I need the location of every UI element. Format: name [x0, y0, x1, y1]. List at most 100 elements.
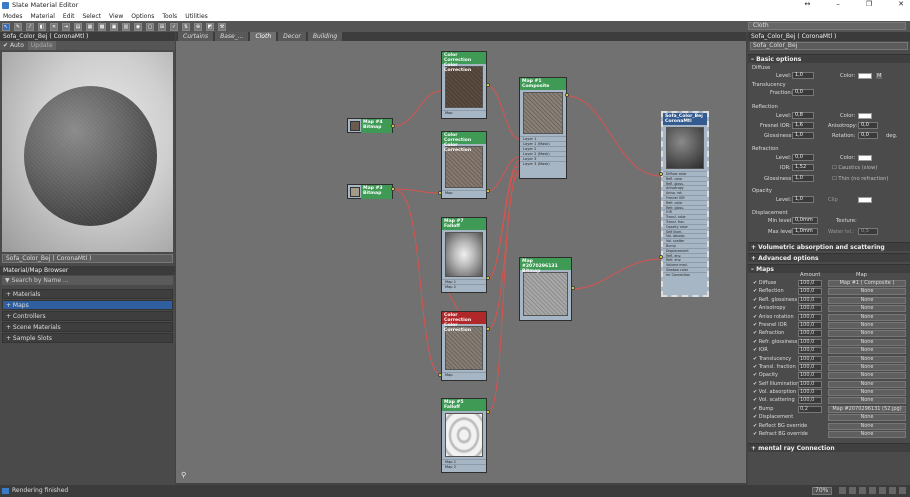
ccred-input-socket[interactable]	[438, 373, 442, 377]
tab-building[interactable]: Building	[307, 32, 343, 41]
map-row-label[interactable]: ✔ IOR	[753, 346, 768, 354]
node-falloff-5[interactable]: Map #5 Falloff Map 1 Map 2	[441, 398, 487, 473]
rollout-advanced[interactable]: + Advanced options	[748, 253, 910, 262]
rollout-maps[interactable]: – Maps	[748, 264, 910, 273]
tab-base[interactable]: Base_...	[215, 32, 249, 41]
map-amount-spinner[interactable]: 100,0	[798, 347, 822, 355]
material-name-input[interactable]: Sofa_Color_Bej	[750, 42, 908, 50]
material-name-field[interactable]: Sofa_Color_Bej ( CoronaMtl )	[2, 254, 173, 263]
ccred-slot-map[interactable]: Map	[442, 372, 486, 377]
menu-options[interactable]: Options	[131, 13, 154, 20]
browser-item-scene-materials[interactable]: + Scene Materials	[2, 322, 173, 332]
map-slot-button[interactable]: None	[828, 431, 906, 439]
map-row-label[interactable]: ✔ Displacement	[753, 413, 793, 421]
assign-icon[interactable]: ◧	[38, 22, 46, 31]
map3-output-socket[interactable]	[391, 187, 395, 191]
node-color-correction-red[interactable]: Color Correction Color Correction Map	[441, 311, 487, 381]
layout-children-icon[interactable]: ▥	[122, 22, 130, 31]
map-slot-button[interactable]: None	[828, 372, 906, 380]
map-row-label[interactable]: ✔ Bump	[753, 405, 773, 413]
browser-item-maps[interactable]: + Maps	[2, 300, 173, 310]
zoom-selected-icon[interactable]	[879, 487, 886, 494]
node-material[interactable]: Sofa_Color_Bej CoronaMtl Diffuse color Ref…	[661, 111, 709, 297]
pick-material-icon[interactable]: ✎	[14, 22, 22, 31]
bitmap-big-output-socket[interactable]	[571, 286, 575, 290]
navigator-icon[interactable]: ▢	[146, 22, 154, 31]
node-map4[interactable]: Map #4 Bitmap	[347, 118, 393, 133]
swap-icon[interactable]: ↔	[804, 0, 810, 8]
map-amount-spinner[interactable]: 100,0	[798, 338, 822, 346]
cc2-input-socket[interactable]	[438, 191, 442, 195]
tools-icon[interactable]: ⚒	[218, 22, 226, 31]
map-amount-spinner[interactable]: 100,0	[798, 355, 822, 363]
eyedropper-icon[interactable]: ⁄	[26, 22, 34, 31]
map-row-label[interactable]: ✔ Vol. scattering	[753, 396, 795, 404]
node-map3[interactable]: Map #3 Bitmap	[347, 184, 393, 199]
map-slot-button[interactable]: None	[828, 296, 906, 304]
parameter-editor-icon[interactable]: ⊞	[158, 22, 166, 31]
ior-spinner[interactable]: 1,52	[792, 164, 814, 171]
rollout-volumetric[interactable]: + Volumetric absorption and scattering	[748, 242, 910, 251]
disp-min-spinner[interactable]: 0,0mm	[792, 217, 818, 224]
map-row-label[interactable]: ✔ Refl. glossiness	[753, 296, 797, 304]
cc2-output-socket[interactable]	[486, 189, 490, 193]
tab-curtains[interactable]: Curtains	[178, 32, 214, 41]
cc1-output-socket[interactable]	[486, 83, 490, 87]
browser-item-controllers[interactable]: + Controllers	[2, 311, 173, 321]
pan-icon[interactable]	[839, 487, 846, 494]
reflection-level-spinner[interactable]: 0,8	[792, 112, 814, 119]
map-amount-spinner[interactable]: 0,2	[798, 405, 822, 413]
material-slot[interactable]: mr Connection	[663, 271, 707, 277]
pin-icon[interactable]: ◩	[206, 22, 214, 31]
zoom-region-icon[interactable]	[859, 487, 866, 494]
composite-slot-layer3-mask[interactable]: Layer 3 (Mask)	[520, 161, 566, 166]
map-row-label[interactable]: ✔ Transl. fraction	[753, 363, 796, 371]
node-composite[interactable]: Map #1 Composite Layer 1 Layer 1 (Mask) L…	[519, 77, 567, 179]
cc1-slot-map[interactable]: Map	[442, 110, 486, 115]
fit-icon[interactable]	[889, 487, 896, 494]
zoom-extents-icon[interactable]	[869, 487, 876, 494]
map-row-label[interactable]: ✔ Aniso rotation	[753, 313, 794, 321]
map-amount-spinner[interactable]: 100,0	[798, 397, 822, 405]
refraction-color-swatch[interactable]	[858, 155, 872, 161]
map-slot-button[interactable]: Map #2070296131 (52.jpg)	[828, 405, 906, 413]
map-row-label[interactable]: ✔ Diffuse	[753, 279, 776, 287]
map-amount-spinner[interactable]: 100,0	[798, 363, 822, 371]
view-dropdown[interactable]: Cloth	[748, 22, 906, 30]
refl-gloss-spinner[interactable]: 1,0	[792, 132, 814, 139]
map-amount-spinner[interactable]: 100,0	[798, 288, 822, 296]
material-bump-socket[interactable]	[659, 255, 663, 259]
browser-icon[interactable]: ✓	[170, 22, 178, 31]
map-row-label[interactable]: ✔ Refr. glossiness	[753, 338, 797, 346]
navigation-icon[interactable]	[899, 487, 906, 494]
cc2-slot-map[interactable]: Map	[442, 190, 486, 195]
refraction-level-spinner[interactable]: 0,0	[792, 154, 814, 161]
map-slot-button[interactable]: None	[828, 338, 906, 346]
map-amount-spinner[interactable]: 100,0	[798, 305, 822, 313]
map-amount-spinner[interactable]: 100,0	[798, 313, 822, 321]
browser-item-materials[interactable]: + Materials	[2, 289, 173, 299]
close-button[interactable]: ✕	[898, 0, 904, 8]
map-row-label[interactable]: ✔ Fresnel IOR	[753, 321, 787, 329]
delete-icon[interactable]: ✕	[50, 22, 58, 31]
map-slot-button[interactable]: None	[828, 397, 906, 405]
falloff5-output-socket[interactable]	[486, 410, 490, 414]
map-amount-spinner[interactable]: 100,0	[798, 389, 822, 397]
map-slot-button[interactable]: None	[828, 414, 906, 422]
diffuse-color-swatch[interactable]	[858, 73, 872, 79]
opacity-color-swatch[interactable]	[858, 197, 872, 203]
map-slot-button[interactable]: None	[828, 380, 906, 388]
refr-gloss-spinner[interactable]: 1,0	[792, 175, 814, 182]
map-row-label[interactable]: ✔ Self Illumination	[753, 380, 799, 388]
reflection-color-swatch[interactable]	[858, 113, 872, 119]
map-slot-button[interactable]: None	[828, 288, 906, 296]
maximize-button[interactable]: ❐	[866, 0, 872, 8]
translucency-fraction-spinner[interactable]: 0,0	[792, 89, 814, 96]
zoom-icon[interactable]	[849, 487, 856, 494]
map-slot-button[interactable]: None	[828, 389, 906, 397]
map-row-label[interactable]: ✔ Reflection	[753, 287, 784, 295]
material-diffuse-socket[interactable]	[659, 172, 663, 176]
map-amount-spinner[interactable]: 100,0	[798, 330, 822, 338]
map-row-label[interactable]: ✔ Refraction	[753, 329, 784, 337]
map-slot-button[interactable]: None	[828, 347, 906, 355]
